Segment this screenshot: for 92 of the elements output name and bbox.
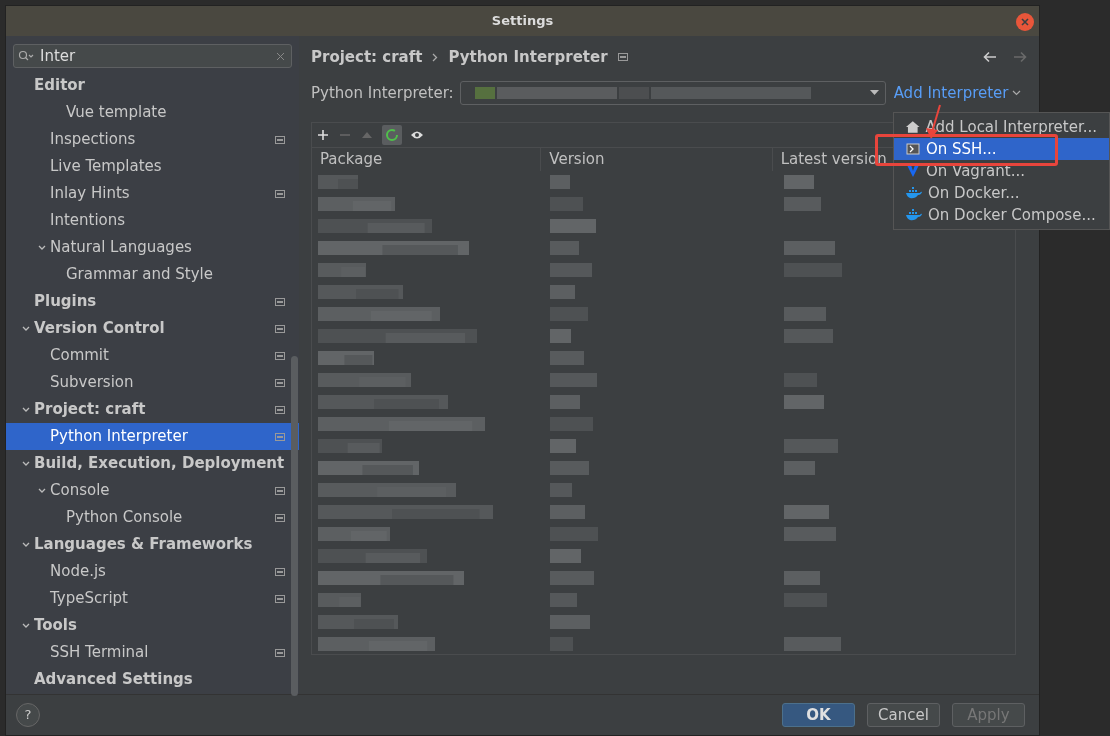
close-icon: [1021, 18, 1029, 26]
v-shape-icon: [906, 165, 920, 177]
help-button[interactable]: ?: [16, 703, 40, 727]
scrollbar[interactable]: [291, 356, 298, 696]
tree-item[interactable]: Plugins: [6, 288, 299, 315]
tree-item[interactable]: Languages & Frameworks: [6, 531, 299, 558]
tree-item[interactable]: Intentions: [6, 207, 299, 234]
whale-icon: [906, 209, 922, 221]
tree-label: Languages & Frameworks: [34, 534, 253, 556]
terminal-icon: [906, 143, 920, 155]
tree-label: Advanced Settings: [34, 669, 193, 691]
project-scope-icon: [275, 513, 285, 522]
project-scope-icon: [275, 189, 285, 198]
chevron-right-icon: [432, 52, 439, 62]
tree-item[interactable]: Natural Languages: [6, 234, 299, 261]
menu-item[interactable]: On Docker Compose...: [894, 204, 1109, 226]
breadcrumb-title: Python Interpreter: [448, 46, 608, 68]
project-scope-icon: [275, 135, 285, 144]
project-scope-icon: [275, 594, 285, 603]
tree-item[interactable]: Node.js: [6, 558, 299, 585]
tree-item[interactable]: Tools: [6, 612, 299, 639]
chevron-down-icon: [1011, 90, 1021, 96]
tree-label: Subversion: [50, 372, 134, 394]
eye-icon[interactable]: [410, 130, 424, 140]
project-scope-icon: [275, 648, 285, 657]
tree-label: Console: [50, 480, 110, 502]
field-label: Python Interpreter:: [311, 82, 454, 104]
window-title: Settings: [491, 12, 554, 31]
search-icon: [18, 50, 34, 62]
project-scope-icon: [275, 297, 285, 306]
search-field[interactable]: Inter: [13, 44, 292, 68]
tree-label: Version Control: [34, 318, 165, 340]
spinner-icon: [385, 128, 399, 142]
tree-label: Python Interpreter: [50, 426, 188, 448]
tree-item[interactable]: Python Console: [6, 504, 299, 531]
tree-label: Inlay Hints: [50, 183, 130, 205]
tree-label: Editor: [34, 75, 85, 97]
project-scope-icon: [617, 53, 628, 61]
tree-label: Project: craft: [34, 399, 146, 421]
refresh-toggle[interactable]: [382, 125, 402, 145]
tree-label: Vue template: [66, 102, 167, 124]
tree-item[interactable]: Editor: [6, 72, 299, 99]
close-button[interactable]: [1016, 13, 1034, 31]
whale-icon: [906, 187, 922, 199]
tree-label: Plugins: [34, 291, 97, 313]
tree-label: Grammar and Style: [66, 264, 213, 286]
tree-item[interactable]: Grammar and Style: [6, 261, 299, 288]
tree-item[interactable]: Console: [6, 477, 299, 504]
tree-label: Tools: [34, 615, 77, 637]
tree-label: Inspections: [50, 129, 136, 151]
tree-label: Live Templates: [50, 156, 162, 178]
house-icon: [906, 121, 920, 133]
dialog-button[interactable]: Cancel: [867, 703, 940, 727]
project-scope-icon: [275, 378, 285, 387]
tree-item[interactable]: Inspections: [6, 126, 299, 153]
tree-item[interactable]: Project: craft: [6, 396, 299, 423]
clear-icon[interactable]: [276, 52, 285, 61]
tree-item[interactable]: TypeScript: [6, 585, 299, 612]
menu-item[interactable]: On SSH...: [894, 138, 1109, 160]
tree-item[interactable]: Build, Execution, Deployment: [6, 450, 299, 477]
tree-label: Python Console: [66, 507, 183, 529]
tree-item[interactable]: Commit: [6, 342, 299, 369]
tree-label: SSH Terminal: [50, 642, 149, 664]
dropdown-caret-icon: [869, 90, 879, 96]
project-scope-icon: [275, 351, 285, 360]
tree-item[interactable]: Inlay Hints: [6, 180, 299, 207]
tree-label: Intentions: [50, 210, 126, 232]
menu-item[interactable]: On Docker...: [894, 182, 1109, 204]
tree-label: Node.js: [50, 561, 106, 583]
tree-item[interactable]: Version Control: [6, 315, 299, 342]
tree-label: TypeScript: [50, 588, 128, 610]
tree-item[interactable]: Live Templates: [6, 153, 299, 180]
dialog-button[interactable]: OK: [782, 703, 855, 727]
back-arrow-icon[interactable]: [983, 51, 997, 63]
tree-item[interactable]: Advanced Settings: [6, 666, 299, 693]
add-icon[interactable]: [316, 128, 330, 142]
tree-label: Natural Languages: [50, 237, 192, 259]
tree-item[interactable]: Subversion: [6, 369, 299, 396]
column-header[interactable]: Package: [312, 148, 542, 171]
column-header[interactable]: Version: [541, 148, 773, 171]
add-interpreter-link[interactable]: Add Interpreter: [893, 81, 1021, 105]
tree-item[interactable]: SSH Terminal: [6, 639, 299, 666]
tree-label: Build, Execution, Deployment: [34, 453, 285, 475]
project-scope-icon: [275, 567, 285, 576]
project-scope-icon: [275, 405, 285, 414]
project-scope-icon: [275, 486, 285, 495]
project-scope-icon: [275, 432, 285, 441]
tree-item[interactable]: Python Interpreter: [6, 423, 299, 450]
tree-item[interactable]: Vue template: [6, 99, 299, 126]
project-scope-icon: [275, 324, 285, 333]
tree-label: Commit: [50, 345, 109, 367]
breadcrumb-link[interactable]: Project: craft: [311, 45, 423, 69]
